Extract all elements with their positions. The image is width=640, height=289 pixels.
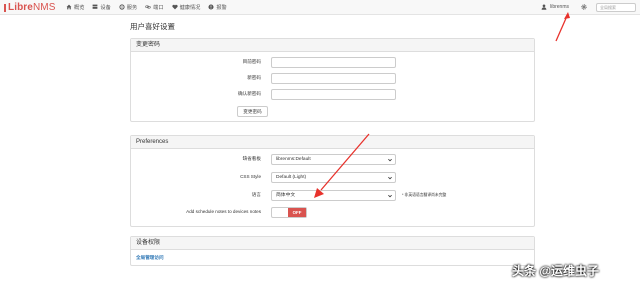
- global-admin-access-link[interactable]: 全局管理访问: [136, 255, 164, 261]
- nav-alerts-label: 报警: [216, 4, 227, 11]
- current-password-label: 目前密码: [242, 59, 261, 64]
- change-password-button[interactable]: 变更密码: [237, 106, 268, 117]
- schedule-notes-label: Add schedule notes to devices notes: [186, 209, 261, 214]
- settings-gear-icon[interactable]: [581, 4, 587, 10]
- device-permissions-panel: 设备权限 全局管理访问: [130, 236, 535, 266]
- alert-icon: [208, 4, 214, 10]
- nav-health-label: 健康情况: [179, 4, 201, 11]
- navbar-right: librenms 全局搜索: [541, 0, 640, 14]
- css-style-select[interactable]: Default (Light): [271, 172, 396, 183]
- nav-services-label: 服务: [126, 4, 138, 11]
- cog-icon: [119, 4, 125, 10]
- link-icon: [145, 5, 151, 9]
- global-search-input[interactable]: 全局搜索: [596, 2, 636, 12]
- css-style-label: CSS Style: [240, 174, 261, 179]
- device-permissions-heading: 设备权限: [131, 237, 534, 250]
- nav-ports-label: 端口: [153, 4, 164, 11]
- language-hint: * 非英语语言翻译尚未完整: [402, 193, 447, 197]
- language-select[interactable]: 简体中文: [271, 190, 396, 201]
- nav-alerts[interactable]: 报警: [208, 4, 227, 11]
- dashboard-row: 缺省看板 librenms:Default: [131, 154, 534, 166]
- chevron-down-icon: [388, 176, 392, 180]
- css-style-value: Default (Light): [276, 175, 307, 180]
- user-menu[interactable]: librenms: [541, 4, 569, 10]
- new-password-row: 新密码: [131, 73, 534, 85]
- schedule-notes-toggle[interactable]: OFF: [271, 207, 307, 218]
- dashboard-select[interactable]: librenms:Default: [271, 154, 396, 165]
- confirm-password-input[interactable]: [271, 89, 396, 100]
- dashboard-label: 缺省看板: [242, 156, 261, 161]
- chevron-down-icon: [388, 158, 392, 162]
- change-password-panel: 变更密码 目前密码 新密码 确认新密码 变更密码: [130, 38, 535, 122]
- current-password-row: 目前密码: [131, 57, 534, 69]
- nav-devices-label: 设备: [100, 4, 111, 11]
- top-navbar: LibreNMS 概览 设备 服务 端口 健康情况 报警 librenms 全局…: [0, 0, 640, 15]
- brand-logo[interactable]: LibreNMS: [4, 2, 55, 13]
- nav-overview[interactable]: 概览: [66, 4, 84, 11]
- user-name: librenms: [550, 4, 569, 10]
- new-password-input[interactable]: [271, 73, 396, 84]
- nav-overview-label: 概览: [74, 4, 85, 11]
- preferences-panel: Preferences 缺省看板 librenms:Default CSS St…: [130, 135, 535, 227]
- page-title: 用户喜好设置: [130, 22, 175, 31]
- css-style-row: CSS Style Default (Light): [131, 172, 534, 184]
- toggle-off-label: OFF: [288, 208, 306, 217]
- heartbeat-icon: [171, 4, 178, 10]
- change-password-heading: 变更密码: [131, 39, 534, 52]
- arrow-to-user-menu: [555, 12, 570, 42]
- nav-devices[interactable]: 设备: [92, 4, 111, 11]
- home-icon: [66, 4, 72, 10]
- librenms-logo-icon: [4, 3, 6, 12]
- language-value: 简体中文: [276, 193, 296, 198]
- new-password-label: 新密码: [247, 75, 261, 80]
- nav-services[interactable]: 服务: [119, 4, 137, 11]
- watermark-text: 头条 @运维虫子: [512, 264, 600, 278]
- brand-nms: NMS: [32, 2, 56, 13]
- schedule-notes-row: Add schedule notes to devices notes OFF: [131, 207, 534, 219]
- preferences-heading: Preferences: [131, 136, 534, 149]
- server-icon: [92, 4, 98, 9]
- dashboard-value: librenms:Default: [276, 157, 311, 162]
- language-row: 语言 简体中文 * 非英语语言翻译尚未完整: [131, 190, 534, 202]
- current-password-input[interactable]: [271, 57, 396, 68]
- nav-health[interactable]: 健康情况: [171, 4, 201, 11]
- language-label: 语言: [251, 192, 261, 197]
- confirm-password-row: 确认新密码: [131, 89, 534, 101]
- confirm-password-label: 确认新密码: [238, 91, 261, 96]
- main-nav: 概览 设备 服务 端口 健康情况 报警: [66, 0, 235, 14]
- user-icon: [541, 4, 547, 10]
- brand-libre: Libre: [8, 2, 33, 13]
- chevron-down-icon: [388, 194, 392, 198]
- nav-ports[interactable]: 端口: [145, 4, 164, 11]
